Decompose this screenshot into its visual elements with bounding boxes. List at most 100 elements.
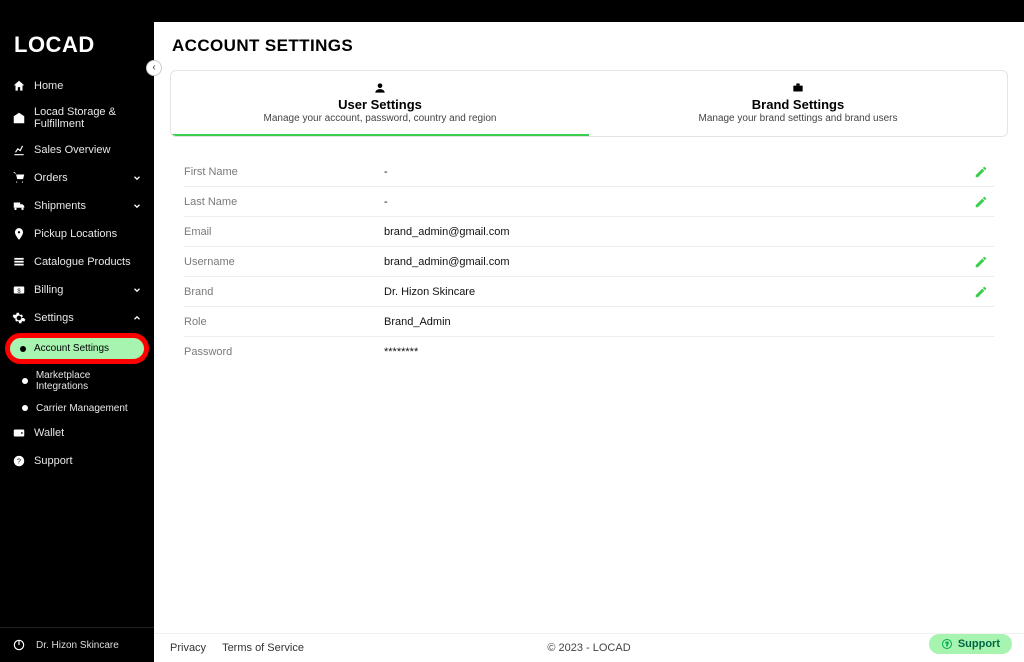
support-button-label: Support (958, 638, 1000, 650)
chevron-down-icon (132, 173, 142, 183)
gear-icon (12, 311, 26, 325)
sidebar-item-home[interactable]: Home (0, 72, 154, 100)
brand-logo-text: LOCAD (14, 32, 95, 57)
field-value: brand_admin@gmail.com (384, 226, 974, 238)
home-icon (12, 79, 26, 93)
wallet-icon (12, 426, 26, 440)
field-label: Role (184, 316, 384, 328)
svg-text:?: ? (17, 458, 21, 465)
field-row-first-name: First Name - (184, 157, 994, 187)
field-row-role: Role Brand_Admin (184, 307, 994, 337)
sidebar-item-settings[interactable]: Settings (0, 304, 154, 332)
sidebar-item-label: Locad Storage & Fulfillment (34, 106, 142, 130)
bullet-icon (20, 346, 26, 352)
field-row-brand: Brand Dr. Hizon Skincare (184, 277, 994, 307)
sidebar-subitem-account-settings[interactable]: Account Settings (8, 336, 146, 361)
pencil-icon (974, 195, 988, 209)
page-footer: Privacy Terms of Service © 2023 - LOCAD … (154, 633, 1024, 662)
brand-logo: LOCAD (0, 22, 154, 72)
sidebar-item-billing[interactable]: $ Billing (0, 276, 154, 304)
support-button[interactable]: ? Support (929, 634, 1012, 654)
sidebar-item-support[interactable]: ? Support (0, 447, 154, 475)
sidebar-item-orders[interactable]: Orders (0, 164, 154, 192)
sidebar-subitem-label: Marketplace Integrations (36, 370, 142, 392)
sidebar-item-shipments[interactable]: Shipments (0, 192, 154, 220)
tab-subtitle: Manage your brand settings and brand use… (597, 113, 999, 124)
tab-user-settings[interactable]: User Settings Manage your account, passw… (171, 71, 589, 136)
field-value: - (384, 196, 974, 208)
truck-icon (12, 199, 26, 213)
sidebar: LOCAD ‹ Home Locad Storage & Fulfillment (0, 22, 154, 662)
pin-icon (12, 227, 26, 241)
sidebar-footer-user: Dr. Hizon Skincare (36, 640, 119, 651)
sidebar-item-storage[interactable]: Locad Storage & Fulfillment (0, 100, 154, 136)
field-label: Last Name (184, 196, 384, 208)
field-value: ******** (384, 346, 974, 358)
field-value: - (384, 166, 974, 178)
sidebar-item-label: Wallet (34, 427, 64, 439)
help-icon: ? (12, 454, 26, 468)
list-icon (12, 255, 26, 269)
sidebar-item-label: Billing (34, 284, 63, 296)
chevron-down-icon (132, 285, 142, 295)
bullet-icon (22, 378, 28, 384)
money-icon: $ (12, 283, 26, 297)
field-label: Password (184, 346, 384, 358)
edit-username[interactable] (974, 255, 994, 269)
edit-brand[interactable] (974, 285, 994, 299)
tab-title: User Settings (179, 97, 581, 112)
user-details: First Name - Last Name - Email brand_adm… (184, 157, 994, 367)
edit-first-name[interactable] (974, 165, 994, 179)
sidebar-subitem-marketplace-integrations[interactable]: Marketplace Integrations (0, 365, 154, 397)
sidebar-subitem-label: Account Settings (34, 343, 109, 354)
tab-title: Brand Settings (597, 97, 999, 112)
sidebar-item-sales[interactable]: Sales Overview (0, 136, 154, 164)
footer-terms-link[interactable]: Terms of Service (222, 642, 304, 654)
edit-last-name[interactable] (974, 195, 994, 209)
sidebar-item-label: Shipments (34, 200, 86, 212)
chevron-down-icon (132, 201, 142, 211)
field-label: Email (184, 226, 384, 238)
sidebar-item-catalogue[interactable]: Catalogue Products (0, 248, 154, 276)
power-icon[interactable] (12, 638, 26, 652)
footer-copyright: © 2023 - LOCAD (547, 642, 630, 654)
pencil-icon (974, 255, 988, 269)
help-circle-icon: ? (941, 638, 953, 650)
briefcase-icon (597, 81, 999, 95)
sidebar-item-wallet[interactable]: Wallet (0, 419, 154, 447)
svg-text:?: ? (945, 642, 948, 648)
page-title: ACCOUNT SETTINGS (154, 22, 1024, 64)
cart-icon (12, 171, 26, 185)
sidebar-footer: Dr. Hizon Skincare (0, 627, 154, 662)
sidebar-item-label: Catalogue Products (34, 256, 131, 268)
chevron-left-icon: ‹ (152, 63, 155, 73)
bullet-icon (22, 405, 28, 411)
settings-tabs: User Settings Manage your account, passw… (170, 70, 1008, 137)
field-label: Brand (184, 286, 384, 298)
sidebar-collapse-button[interactable]: ‹ (146, 60, 162, 76)
pencil-icon (974, 285, 988, 299)
user-icon (179, 81, 581, 95)
field-row-email: Email brand_admin@gmail.com (184, 217, 994, 247)
sidebar-item-label: Settings (34, 312, 74, 324)
sidebar-item-pickup[interactable]: Pickup Locations (0, 220, 154, 248)
footer-privacy-link[interactable]: Privacy (170, 642, 206, 654)
field-label: Username (184, 256, 384, 268)
warehouse-icon (12, 111, 26, 125)
sidebar-nav: Home Locad Storage & Fulfillment Sales O… (0, 72, 154, 627)
chevron-up-icon (132, 313, 142, 323)
pencil-icon (974, 165, 988, 179)
field-value: Dr. Hizon Skincare (384, 286, 974, 298)
field-row-password: Password ******** (184, 337, 994, 367)
field-row-username: Username brand_admin@gmail.com (184, 247, 994, 277)
tab-subtitle: Manage your account, password, country a… (179, 113, 581, 124)
sidebar-item-label: Pickup Locations (34, 228, 117, 240)
field-value: Brand_Admin (384, 316, 974, 328)
app-shell: LOCAD ‹ Home Locad Storage & Fulfillment (0, 22, 1024, 662)
field-label: First Name (184, 166, 384, 178)
sidebar-item-label: Home (34, 80, 63, 92)
field-value: brand_admin@gmail.com (384, 256, 974, 268)
sidebar-subitem-carrier-management[interactable]: Carrier Management (0, 397, 154, 419)
tab-brand-settings[interactable]: Brand Settings Manage your brand setting… (589, 71, 1007, 136)
sidebar-item-label: Orders (34, 172, 68, 184)
